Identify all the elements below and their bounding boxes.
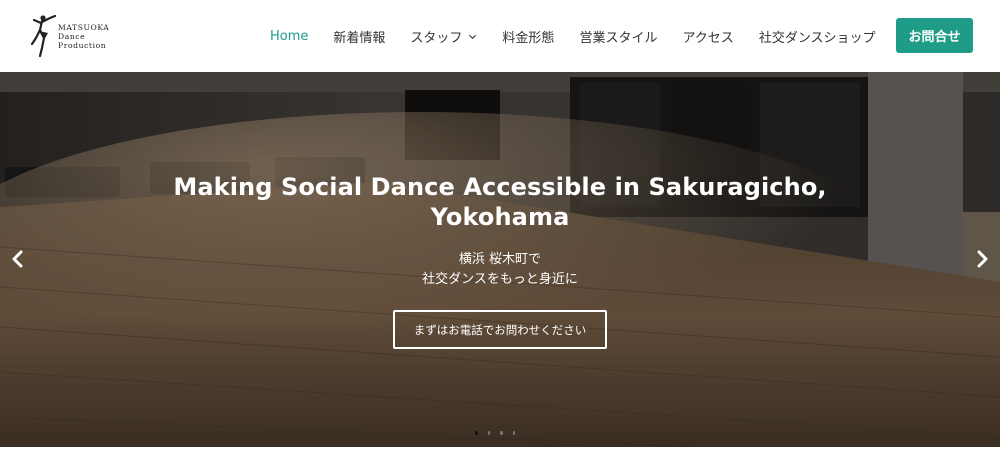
logo[interactable]: MATSUOKA Dance Production [30, 14, 130, 58]
nav-item-staff-label: スタッフ [410, 30, 463, 46]
slider-dot-3[interactable] [500, 431, 503, 435]
site-header: MATSUOKA Dance Production Home 新着情報 スタッフ… [0, 0, 1000, 72]
nav-item-staff[interactable]: スタッフ [410, 27, 477, 46]
nav-item-home[interactable]: Home [270, 29, 308, 44]
hero-title: Making Social Dance Accessible in Sakura… [173, 173, 827, 231]
hero-slider: Making Social Dance Accessible in Sakura… [0, 72, 1000, 447]
logo-line-1: MATSUOKA [58, 22, 110, 32]
slider-dot-2[interactable] [487, 431, 490, 435]
main-nav: Home 新着情報 スタッフ 料金形態 営業スタイル アクセス 社交ダンスショッ… [270, 0, 901, 72]
slider-next-button[interactable] [972, 247, 992, 271]
call-us-button[interactable]: まずはお電話でお問わせください [393, 310, 607, 349]
logo-line-2: Dance [58, 31, 86, 41]
chevron-down-icon [469, 34, 477, 39]
slider-pagination [475, 431, 525, 439]
slider-dot-4[interactable] [512, 431, 515, 435]
hero-subtitle-line-1: 横浜 桜木町で [458, 252, 542, 267]
nav-item-dance-shop[interactable]: 社交ダンスショップ [759, 27, 876, 46]
logo-wordmark: MATSUOKA Dance Production [58, 23, 109, 50]
logo-line-3: Production [58, 40, 107, 50]
slider-dot-1[interactable] [475, 431, 478, 435]
nav-item-pricing[interactable]: 料金形態 [502, 27, 554, 46]
slider-prev-button[interactable] [8, 247, 28, 271]
nav-item-business-style[interactable]: 営業スタイル [579, 27, 657, 46]
nav-item-news[interactable]: 新着情報 [333, 27, 385, 46]
dancer-logo-icon [30, 14, 56, 58]
content-start [0, 447, 1000, 469]
chevron-right-icon [977, 250, 988, 268]
contact-button[interactable]: お問合せ [896, 18, 973, 53]
hero-subtitle: 横浜 桜木町で 社交ダンスをもっと身近に [300, 250, 700, 290]
chevron-left-icon [12, 250, 23, 268]
nav-item-access[interactable]: アクセス [682, 27, 733, 46]
hero-subtitle-line-2: 社交ダンスをもっと身近に [422, 272, 578, 287]
